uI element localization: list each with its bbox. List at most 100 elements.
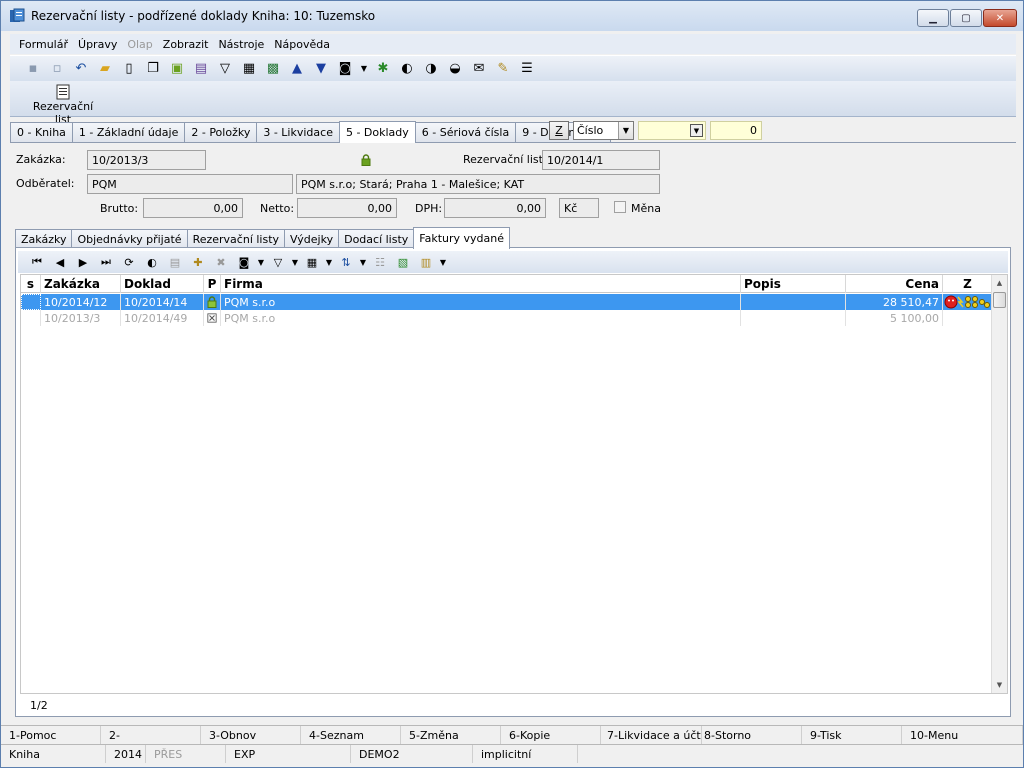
brutto-field[interactable]: 0,00 <box>143 198 243 218</box>
vertical-scrollbar[interactable]: ▲ ▼ <box>991 275 1007 693</box>
menu-formular[interactable]: Formulář <box>14 38 73 51</box>
subtab-objednavky-prijate[interactable]: Objednávky přijaté <box>71 229 188 248</box>
filter-icon[interactable]: ▽ <box>214 58 236 80</box>
sort-select[interactable]: Číslo ▼ <box>573 121 634 140</box>
maximize-icon[interactable]: ▢ <box>950 9 982 27</box>
menu-napoveda[interactable]: Nápověda <box>269 38 335 51</box>
save-as-icon[interactable]: ▫ <box>46 58 68 80</box>
tab-zakladni-udaje[interactable]: 1 - Základní údaje <box>71 122 186 142</box>
fkey-pomoc[interactable]: 1-Pomoc <box>1 726 101 744</box>
z-button[interactable]: Z <box>549 121 569 140</box>
sort-dropdown-icon[interactable]: ▼ <box>358 252 368 272</box>
minimize-icon[interactable]: ▁ <box>917 9 949 27</box>
fkey-storno[interactable]: 8-Storno <box>702 726 802 744</box>
save-icon[interactable]: ▪ <box>22 58 44 80</box>
odberatel-detail-field[interactable]: PQM s.r.o; Stará; Praha 1 - Malešice; KA… <box>296 174 660 194</box>
binoculars-icon[interactable]: ◐ <box>141 252 163 272</box>
print-icon[interactable]: ▤ <box>164 252 186 272</box>
fkey-likvidace[interactable]: 7-Likvidace a účtová <box>601 726 702 744</box>
columns-dropdown-icon[interactable]: ▼ <box>438 252 448 272</box>
table-row[interactable]: 10/2014/12 10/2014/14 PQM s.r.o 28 510,4… <box>21 294 993 310</box>
previous-record-icon[interactable]: ◀ <box>49 252 71 272</box>
fkey-zmena[interactable]: 5-Změna <box>401 726 501 744</box>
fkey-obnov[interactable]: 3-Obnov <box>201 726 301 744</box>
menu-upravy[interactable]: Úpravy <box>73 38 122 51</box>
camera-dropdown-icon[interactable]: ▼ <box>256 252 266 272</box>
refresh-icon[interactable]: ⟳ <box>118 252 140 272</box>
binoculars-icon[interactable]: ◐ <box>396 58 418 80</box>
menu-zobrazit[interactable]: Zobrazit <box>158 38 214 51</box>
report-icon[interactable]: ▦ <box>238 58 260 80</box>
zakazka-field[interactable]: 10/2013/3 <box>87 150 206 170</box>
filter-icon[interactable]: ▽ <box>267 252 289 272</box>
open-folder-icon[interactable]: ▰ <box>94 58 116 80</box>
header-p[interactable]: P <box>204 275 221 293</box>
reservation-list-button[interactable]: Rezervační list <box>26 84 100 126</box>
currency-field[interactable]: Kč <box>559 198 599 218</box>
table-row[interactable]: 10/2013/3 10/2014/49 PQM s.r.o 5 100,00 <box>21 310 993 326</box>
scroll-up-icon[interactable]: ▲ <box>992 275 1007 291</box>
odberatel-code-field[interactable]: PQM <box>87 174 293 194</box>
export-icon[interactable]: ▦ <box>301 252 323 272</box>
camera-icon[interactable]: ◙ <box>233 252 255 272</box>
header-z[interactable]: Z <box>943 275 993 293</box>
fkey-kopie[interactable]: 6-Kopie <box>501 726 601 744</box>
tree-icon[interactable]: ✱ <box>372 58 394 80</box>
mail-icon[interactable]: ✉ <box>468 58 490 80</box>
mena-checkbox[interactable] <box>614 201 626 213</box>
subtab-faktury-vydane[interactable]: Faktury vydané <box>413 227 511 249</box>
arrow-down-icon[interactable]: ▼ <box>310 58 332 80</box>
lock-icon[interactable]: ▣ <box>166 58 188 80</box>
first-record-icon[interactable]: ⏮ <box>26 252 48 272</box>
excel-icon[interactable]: ▧ <box>392 252 414 272</box>
tab-doklady[interactable]: 5 - Doklady <box>338 121 416 143</box>
book-icon[interactable]: ▤ <box>190 58 212 80</box>
subtab-vydejky[interactable]: Výdejky <box>284 229 340 248</box>
fkey-2[interactable]: 2- <box>101 726 201 744</box>
header-popis[interactable]: Popis <box>741 275 846 293</box>
header-firma[interactable]: Firma <box>221 275 741 293</box>
undo-icon[interactable]: ↶ <box>70 58 92 80</box>
header-s[interactable]: s <box>21 275 41 293</box>
tab-kniha[interactable]: 0 - Kniha <box>10 122 73 142</box>
netto-field[interactable]: 0,00 <box>297 198 397 218</box>
columns-icon[interactable]: ▥ <box>415 252 437 272</box>
tab-likvidace[interactable]: 3 - Likvidace <box>256 122 340 142</box>
notes-icon[interactable]: ✎ <box>492 58 514 80</box>
menu-lines-icon[interactable]: ☰ <box>516 58 538 80</box>
tab-seriova-cisla[interactable]: 6 - Sériová čísla <box>414 122 517 142</box>
copy-document-icon[interactable]: ❐ <box>142 58 164 80</box>
find-prev-icon[interactable]: ◒ <box>444 58 466 80</box>
header-doklad[interactable]: Doklad <box>121 275 204 293</box>
filter-dropdown-icon[interactable]: ▼ <box>290 252 300 272</box>
export-dropdown-icon[interactable]: ▼ <box>324 252 334 272</box>
scroll-down-icon[interactable]: ▼ <box>992 677 1007 693</box>
subtab-zakazky[interactable]: Zakázky <box>15 229 73 248</box>
find-next-icon[interactable]: ◑ <box>420 58 442 80</box>
last-record-icon[interactable]: ⏭ <box>95 252 117 272</box>
new-document-icon[interactable]: ▯ <box>118 58 140 80</box>
subtab-dodaci-listy[interactable]: Dodací listy <box>338 229 415 248</box>
menu-olap[interactable]: Olap <box>122 38 157 51</box>
delete-record-icon[interactable]: ✖ <box>210 252 232 272</box>
list-icon[interactable]: ☷ <box>369 252 391 272</box>
add-record-icon[interactable]: ✚ <box>187 252 209 272</box>
sort-az-icon[interactable]: ⇅ <box>335 252 357 272</box>
header-cena[interactable]: Cena <box>846 275 943 293</box>
header-zakazka[interactable]: Zakázka <box>41 275 121 293</box>
fkey-tisk[interactable]: 9-Tisk <box>802 726 902 744</box>
menu-nastroje[interactable]: Nástroje <box>213 38 269 51</box>
next-record-icon[interactable]: ▶ <box>72 252 94 272</box>
dph-field[interactable]: 0,00 <box>444 198 546 218</box>
stack-icon[interactable]: ▩ <box>262 58 284 80</box>
chevron-down-icon[interactable]: ▼ <box>690 124 703 137</box>
filter-select[interactable]: ▼ <box>638 121 706 140</box>
rezervacni-list-field[interactable]: 10/2014/1 <box>542 150 660 170</box>
camera-icon[interactable]: ◙ <box>334 58 356 80</box>
arrow-up-icon[interactable]: ▲ <box>286 58 308 80</box>
camera-dropdown-icon[interactable]: ▼ <box>358 58 370 80</box>
tab-polozky[interactable]: 2 - Položky <box>184 122 258 142</box>
fkey-menu[interactable]: 10-Menu <box>902 726 1023 744</box>
count-field[interactable]: 0 <box>710 121 762 140</box>
subtab-rezervacni-listy[interactable]: Rezervační listy <box>186 229 286 248</box>
